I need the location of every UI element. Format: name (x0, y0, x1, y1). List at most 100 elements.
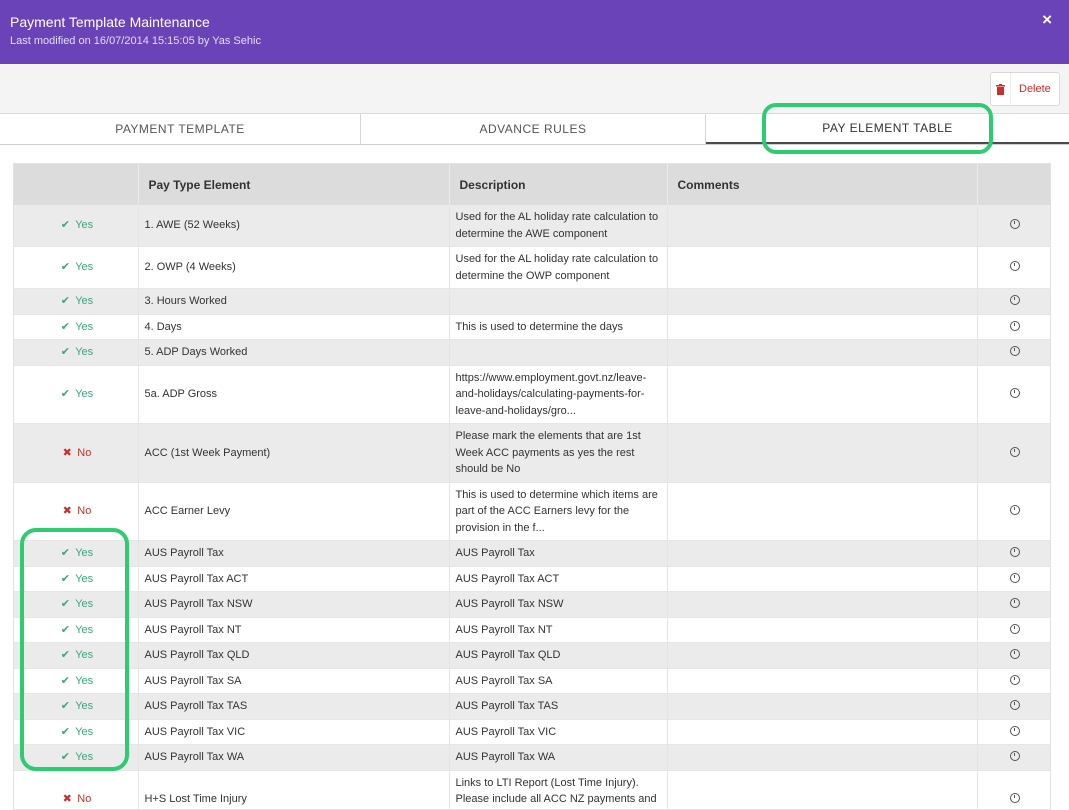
history-icon[interactable] (1009, 674, 1020, 685)
row-action-cell (977, 668, 1050, 694)
description-cell: AUS Payroll Tax TAS (449, 693, 668, 720)
comments-cell (667, 693, 978, 720)
dialog-title: Payment Template Maintenance (10, 14, 210, 30)
delete-button[interactable]: Delete (990, 72, 1060, 106)
column-header-comments[interactable]: Comments (667, 164, 978, 205)
cross-icon: ✖ (62, 793, 72, 805)
pay-type-element-cell: 5. ADP Days Worked (138, 339, 450, 366)
status-cell: ✔ Yes (14, 540, 139, 567)
table-row[interactable]: ✔ Yes AUS Payroll Tax SA AUS Payroll Tax S… (14, 668, 1050, 694)
status-cell: ✔ Yes (14, 314, 139, 340)
history-icon[interactable] (1009, 649, 1020, 659)
description-cell: AUS Payroll Tax (449, 540, 668, 567)
status-cell: ✔ Yes (14, 693, 139, 720)
tab-pay-element-table[interactable]: PAY ELEMENT TABLE (706, 114, 1069, 144)
table-row[interactable]: ✔ Yes 5a. ADP Gross https://www.employment… (14, 365, 1050, 424)
table-row[interactable]: ✔ Yes AUS Payroll Tax QLD AUS Payroll Tax … (14, 642, 1050, 669)
cross-icon: ✖ (62, 505, 72, 517)
description-cell: This is used to determine which items ar… (449, 482, 668, 541)
row-action-cell (977, 423, 1050, 483)
toolbar: Delete (0, 64, 1069, 114)
pay-type-element-cell: AUS Payroll Tax WA (138, 744, 450, 771)
status-cell: ✔ Yes (14, 288, 139, 315)
status-cell: ✖ No (14, 423, 139, 483)
description-cell: AUS Payroll Tax SA (449, 668, 668, 694)
table-row[interactable]: ✔ Yes AUS Payroll Tax VIC AUS Payroll Tax … (14, 719, 1050, 745)
table-row[interactable]: ✔ Yes 3. Hours Worked (14, 288, 1050, 315)
column-header-pay-type-element[interactable]: Pay Type Element (138, 164, 450, 205)
check-icon: ✔ (60, 320, 70, 333)
row-action-cell (977, 339, 1050, 366)
row-action-cell (977, 482, 1050, 541)
history-icon[interactable] (1009, 295, 1020, 305)
pay-type-element-cell: AUS Payroll Tax NT (138, 617, 450, 643)
comments-cell (667, 205, 978, 247)
table-row[interactable]: ✔ Yes AUS Payroll Tax ACT AUS Payroll Tax … (14, 566, 1050, 592)
close-icon[interactable]: × (1042, 10, 1052, 30)
status-text: Yes (75, 388, 94, 400)
comments-cell (667, 719, 978, 745)
description-cell: Links to LTI Report (Lost Time Injury). … (449, 770, 668, 809)
history-icon[interactable] (1009, 346, 1020, 356)
history-icon[interactable] (1009, 598, 1020, 608)
history-icon[interactable] (1009, 261, 1020, 272)
check-icon: ✔ (60, 261, 70, 274)
description-cell: AUS Payroll Tax QLD (449, 642, 668, 669)
history-icon[interactable] (1009, 219, 1020, 230)
row-action-cell (977, 719, 1050, 745)
history-icon[interactable] (1009, 751, 1020, 761)
check-icon: ✔ (60, 572, 70, 585)
check-icon: ✔ (60, 700, 70, 712)
status-text: Yes (75, 295, 94, 307)
table-row[interactable]: ✔ Yes 1. AWE (52 Weeks) Used for the AL ho… (14, 205, 1050, 247)
table-row[interactable]: ✔ Yes AUS Payroll Tax WA AUS Payroll Tax W… (14, 744, 1050, 771)
column-header-description[interactable]: Description (449, 164, 668, 205)
column-header-status (14, 164, 139, 205)
row-action-cell (977, 591, 1050, 618)
pay-type-element-cell: AUS Payroll Tax ACT (138, 566, 450, 592)
pay-type-element-cell: AUS Payroll Tax QLD (138, 642, 450, 669)
row-action-cell (977, 365, 1050, 424)
check-icon: ✔ (60, 649, 70, 661)
status-cell: ✔ Yes (14, 719, 139, 745)
table-row[interactable]: ✔ Yes AUS Payroll Tax TAS AUS Payroll Tax … (14, 693, 1050, 720)
table-row[interactable]: ✔ Yes 2. OWP (4 Weeks) Used for the AL hol… (14, 246, 1050, 289)
check-icon: ✔ (60, 547, 70, 559)
pay-type-element-cell: AUS Payroll Tax (138, 540, 450, 567)
table-row[interactable]: ✖ No ACC Earner Levy This is used to deter… (14, 482, 1050, 541)
history-icon[interactable] (1009, 623, 1020, 634)
cross-icon: ✖ (62, 446, 72, 459)
row-action-cell (977, 566, 1050, 592)
history-icon[interactable] (1009, 320, 1020, 331)
table-row[interactable]: ✔ Yes 5. ADP Days Worked (14, 339, 1050, 366)
tab-advance-rules[interactable]: ADVANCE RULES (361, 114, 706, 144)
table-row[interactable]: ✔ Yes 4. Days This is used to determine th… (14, 314, 1050, 340)
status-text: Yes (75, 346, 94, 358)
check-icon: ✔ (60, 388, 70, 400)
status-text: Yes (75, 674, 94, 687)
table-row[interactable]: ✔ Yes AUS Payroll Tax NSW AUS Payroll Tax … (14, 591, 1050, 618)
tab-payment-template[interactable]: PAYMENT TEMPLATE (0, 114, 361, 144)
status-text: Yes (75, 751, 94, 763)
history-icon[interactable] (1009, 547, 1020, 557)
table-row[interactable]: ✔ Yes AUS Payroll Tax NT AUS Payroll Tax N… (14, 617, 1050, 643)
table-row[interactable]: ✖ No ACC (1st Week Payment) Please mark th… (14, 423, 1050, 483)
row-action-cell (977, 288, 1050, 315)
history-icon[interactable] (1009, 446, 1020, 457)
history-icon[interactable] (1009, 725, 1020, 736)
check-icon: ✔ (60, 295, 70, 307)
history-icon[interactable] (1009, 700, 1020, 710)
description-cell: AUS Payroll Tax NT (449, 617, 668, 643)
pay-type-element-cell: 2. OWP (4 Weeks) (138, 246, 450, 289)
table-row[interactable]: ✔ Yes AUS Payroll Tax AUS Payroll Tax (14, 540, 1050, 567)
history-icon[interactable] (1009, 793, 1020, 803)
status-text: Yes (75, 320, 94, 333)
history-icon[interactable] (1009, 572, 1020, 583)
pay-type-element-cell: 4. Days (138, 314, 450, 340)
description-cell: This is used to determine the days (449, 314, 668, 340)
table-row[interactable]: ✖ No H+S Lost Time Injury Links to LTI Rep… (14, 770, 1050, 809)
comments-cell (667, 668, 978, 694)
history-icon[interactable] (1009, 388, 1020, 398)
row-action-cell (977, 246, 1050, 289)
history-icon[interactable] (1009, 505, 1020, 515)
